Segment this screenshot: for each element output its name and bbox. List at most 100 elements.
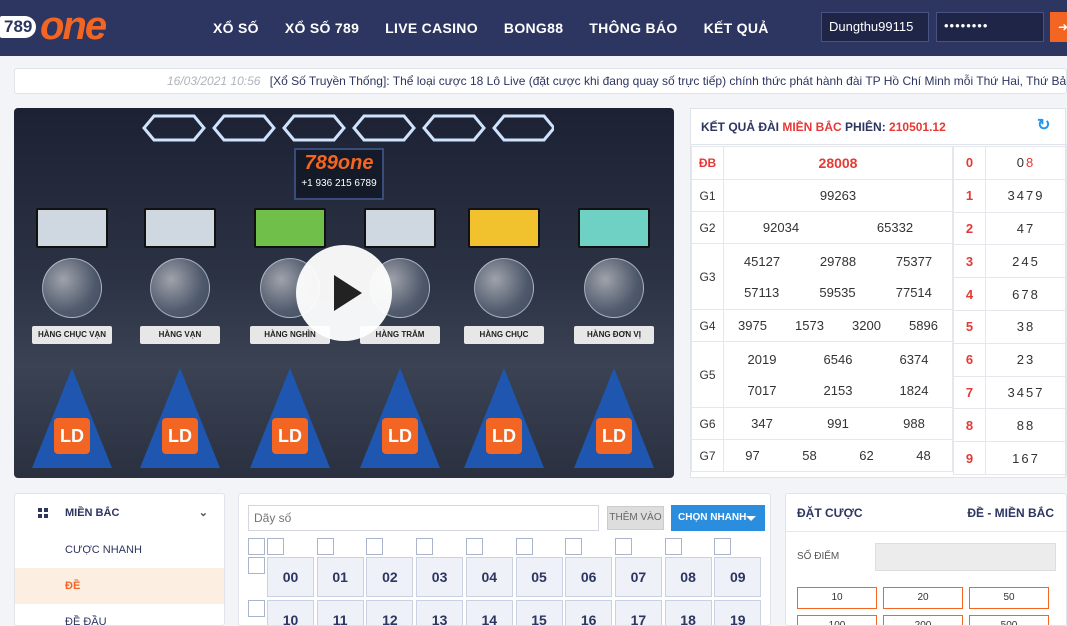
amount-chip[interactable]: 500	[969, 615, 1049, 625]
amount-chip[interactable]: 50	[969, 587, 1049, 609]
column-checkbox[interactable]	[416, 538, 434, 555]
number-cell[interactable]: 18	[664, 600, 712, 625]
login-button[interactable]: ➜	[1050, 12, 1067, 42]
number-cell[interactable]: 16	[565, 600, 613, 625]
menu-region-toggle[interactable]: MIỀN BẮC ⌄	[15, 494, 224, 532]
number-cell[interactable]: 11	[316, 600, 364, 625]
number-picker: THÊM VÀO CHỌN NHANH 00010203040506070809…	[238, 493, 771, 626]
prize-row: G6 347 991 988	[691, 407, 953, 440]
number-cell[interactable]: 15	[515, 600, 563, 625]
menu-item-de-dau[interactable]: ĐỀ ĐẦU	[15, 604, 224, 625]
number-cell[interactable]: 03	[416, 557, 464, 597]
number-cell[interactable]: 05	[515, 557, 563, 597]
password-field[interactable]: ••••••••	[936, 12, 1044, 42]
column-checkbox[interactable]	[614, 538, 632, 555]
prize-number: 1824	[899, 382, 929, 398]
nav-xoso[interactable]: XỔ SỐ	[200, 0, 272, 56]
tail-row: 4 678	[953, 277, 1067, 311]
number-cell[interactable]: 00	[267, 557, 314, 597]
menu-item-cuoc-nhanh[interactable]: CƯỢC NHANH	[15, 532, 224, 568]
number-cell[interactable]: 07	[614, 557, 662, 597]
prize-number: 75377	[895, 253, 933, 269]
prize-number: 3200	[852, 317, 881, 333]
number-cell[interactable]: 14	[465, 600, 513, 625]
number-cell[interactable]: 19	[714, 600, 762, 625]
row-checkbox[interactable]	[248, 600, 265, 617]
ceiling-lights	[142, 114, 554, 142]
number-sequence-input[interactable]	[248, 505, 599, 531]
amount-chip[interactable]: 20	[883, 587, 963, 609]
nav-xoso-789[interactable]: XỔ SỐ 789	[272, 0, 372, 56]
column-checkbox[interactable]	[565, 538, 583, 555]
nav-live-casino[interactable]: LIVE CASINO	[372, 0, 491, 56]
number-cell[interactable]: 09	[714, 557, 762, 597]
menu-region-label: MIỀN BẮC	[65, 507, 120, 519]
tail-digits: 167	[985, 441, 1067, 475]
number-cell[interactable]: 06	[565, 557, 613, 597]
tail-row: 0 08	[953, 146, 1067, 180]
site-logo[interactable]: 789 one	[0, 4, 120, 50]
column-checkbox[interactable]	[465, 538, 483, 555]
row-checkbox[interactable]	[248, 557, 265, 574]
tail-table: 0 08 1 3479 2 47 3 245 4 678 5 38 6 23 7 3457 8 88 9 167	[953, 146, 1067, 475]
tail-row: 9 167	[953, 441, 1067, 475]
results-panel: KẾT QUẢ ĐÀI MIỀN BẮC PHIÊN: 210501.12 ↻ …	[690, 108, 1067, 478]
live-draw-video[interactable]: 789one +1 936 215 6789 HÀNG CHỤC VẠN LD HÀ…	[14, 108, 674, 478]
amount-chip[interactable]: 10	[797, 587, 877, 609]
number-cell[interactable]: 02	[366, 557, 414, 597]
prize-number: 28008	[818, 155, 858, 171]
tail-row: 6 23	[953, 342, 1067, 377]
username-field[interactable]: Dungthu99115	[821, 12, 929, 42]
select-all-checkbox[interactable]	[248, 538, 265, 555]
machine-logo: LD	[162, 418, 198, 454]
tail-digits: 88	[985, 408, 1067, 443]
number-cell[interactable]: 10	[267, 600, 314, 625]
number-cell[interactable]: 12	[366, 600, 414, 625]
number-cell[interactable]: 04	[465, 557, 513, 597]
number-cell[interactable]: 17	[614, 600, 662, 625]
prize-number: 6374	[899, 351, 929, 367]
machine-logo: LD	[596, 418, 632, 454]
prize-number: 45127	[743, 253, 781, 269]
machine-logo: LD	[272, 418, 308, 454]
number-cell[interactable]: 13	[416, 600, 464, 625]
prize-number: 92034	[762, 219, 800, 235]
prize-number: 59535	[819, 284, 856, 300]
tail-row: 3 245	[953, 244, 1067, 279]
machine-logo: LD	[54, 418, 90, 454]
refresh-icon[interactable]: ↻	[1037, 118, 1053, 134]
ticker-text: [Xổ Số Truyền Thống]: Thể loại cược 18 L…	[269, 74, 1067, 88]
amount-chip[interactable]: 100	[797, 615, 877, 625]
play-button[interactable]	[296, 245, 392, 341]
number-cell[interactable]: 01	[316, 557, 364, 597]
session-id: 210501.12	[889, 120, 946, 134]
nav-thong-bao[interactable]: THÔNG BÁO	[576, 0, 690, 56]
column-checkbox[interactable]	[267, 538, 284, 555]
draw-machine: HÀNG CHỤC LD	[460, 208, 548, 478]
prize-number: 77514	[895, 284, 932, 300]
news-ticker[interactable]: 16/03/2021 10:56 [Xổ Số Truyền Thống]: T…	[14, 68, 1067, 94]
nav-ket-qua[interactable]: KẾT QUẢ	[691, 0, 782, 56]
quick-select-dropdown[interactable]: CHỌN NHANH	[671, 505, 765, 531]
points-input[interactable]	[875, 543, 1056, 571]
column-checkbox[interactable]	[714, 538, 732, 555]
results-header: KẾT QUẢ ĐÀI MIỀN BẮC PHIÊN: 210501.12 ↻	[691, 109, 1067, 145]
prize-row: G7 97 58 62 48	[691, 439, 953, 472]
play-icon	[334, 275, 362, 311]
draw-machine: HÀNG NGHÌN LD	[246, 208, 334, 478]
prize-number: 62	[859, 447, 874, 463]
amount-chip[interactable]: 200	[883, 615, 963, 625]
column-checkbox[interactable]	[664, 538, 682, 555]
add-button[interactable]: THÊM VÀO	[607, 506, 664, 530]
menu-item-de[interactable]: ĐỀ	[15, 568, 224, 604]
column-checkbox[interactable]	[316, 538, 334, 555]
tail-digits-text: 23	[1016, 352, 1036, 368]
tail-row: 2 47	[953, 211, 1067, 246]
column-checkbox[interactable]	[515, 538, 533, 555]
nav-bong88[interactable]: BONG88	[491, 0, 576, 56]
tail-digits: 38	[985, 309, 1067, 344]
grid-icon	[38, 508, 48, 518]
column-checkbox[interactable]	[366, 538, 384, 555]
number-cell[interactable]: 08	[664, 557, 712, 597]
results-title: KẾT QUẢ ĐÀI	[701, 120, 779, 134]
